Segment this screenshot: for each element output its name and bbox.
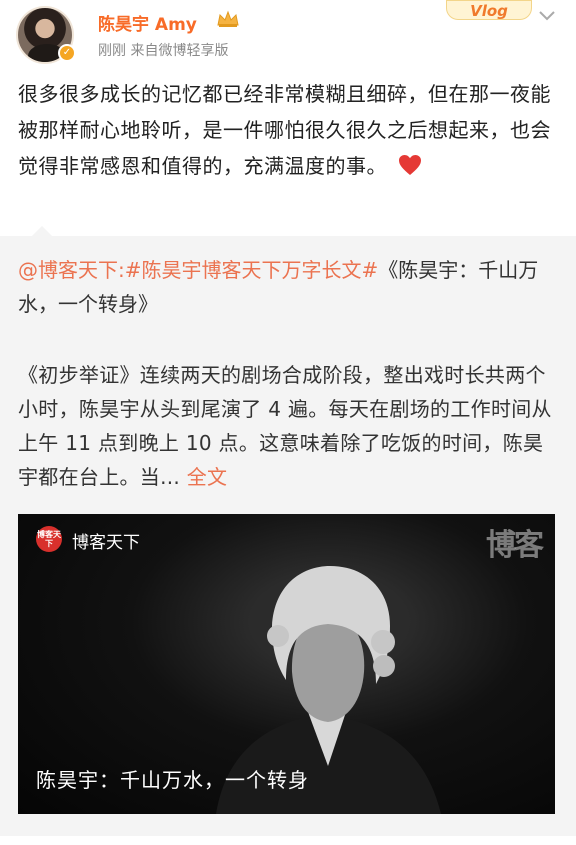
mention-link[interactable]: @博客天下: <box>18 258 125 282</box>
post-text: 很多很多成长的记忆都已经非常模糊且细碎，但在那一夜能被那样耐心地聆听，是一件哪怕… <box>18 76 558 184</box>
repost-body-text: 《初步举证》连续两天的剧场合成阶段，整出戏时长共两个小时，陈昊宇从头到尾演了 4… <box>18 363 552 489</box>
post-header: ✓ 陈昊宇 Amy 刚刚 来自微博轻享版 Vlog <box>0 0 576 68</box>
username[interactable]: 陈昊宇 Amy <box>98 10 197 35</box>
repost-body: 《初步举证》连续两天的剧场合成阶段，整出戏时长共两个小时，陈昊宇从头到尾演了 4… <box>18 358 558 494</box>
read-more-link[interactable]: 全文 <box>187 465 228 489</box>
post-meta: 刚刚 来自微博轻享版 <box>98 43 229 59</box>
watermark: 博客 <box>486 528 544 563</box>
channel-name[interactable]: 博客天下 <box>72 528 140 553</box>
video-player[interactable]: 博客天下 博客天下 博客 陈昊宇：千山万水，一个转身 <box>18 514 555 814</box>
hashtag-link[interactable]: #陈昊宇博客天下万字长文# <box>125 258 379 282</box>
post-body: 很多很多成长的记忆都已经非常模糊且细碎，但在那一夜能被那样耐心地聆听，是一件哪怕… <box>18 82 551 178</box>
repost-card[interactable]: @博客天下:#陈昊宇博客天下万字长文#《陈昊宇：千山万水，一个转身》 《初步举证… <box>0 226 576 836</box>
repost-title[interactable]: @博客天下:#陈昊宇博客天下万字长文#《陈昊宇：千山万水，一个转身》 <box>18 253 558 321</box>
vlog-badge[interactable]: Vlog <box>446 0 532 20</box>
crown-icon <box>217 10 239 27</box>
heart-icon <box>398 155 421 175</box>
channel-logo-icon: 博客天下 <box>36 526 62 552</box>
chevron-down-icon[interactable] <box>538 8 556 22</box>
video-caption: 陈昊宇：千山万水，一个转身 <box>36 768 309 792</box>
verified-badge-icon: ✓ <box>58 44 76 62</box>
